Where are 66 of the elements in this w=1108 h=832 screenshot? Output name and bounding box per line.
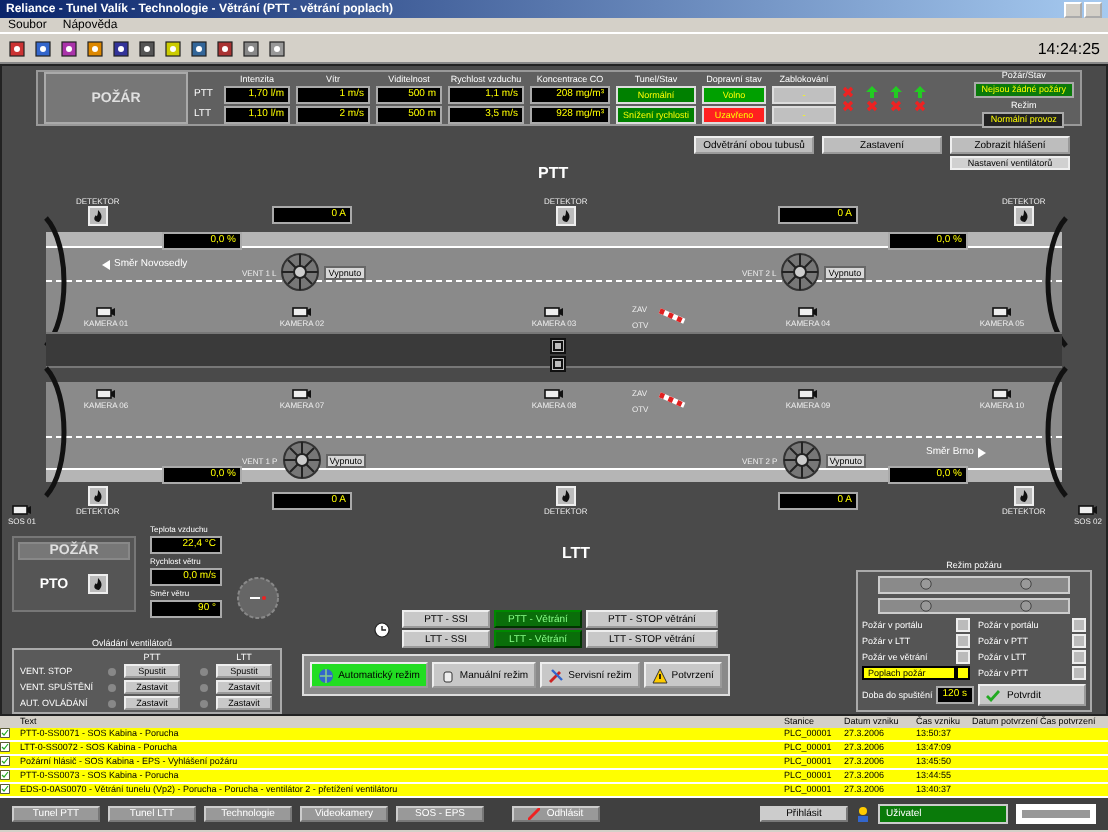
barrier-icon [658,392,686,408]
camera-icon [992,388,1012,400]
toolbar-icon[interactable] [216,39,234,57]
globe-icon [318,667,335,683]
camera-icon [798,388,818,400]
fan-icon [280,252,321,292]
checkbox[interactable] [956,666,970,680]
flame-icon [555,486,576,506]
tunnel-portal-arc [1042,366,1070,498]
status-led [108,699,116,707]
toolbar-icon[interactable] [190,39,208,57]
alarm-icon [0,770,10,781]
flame-icon [87,206,108,226]
arrow-left-icon [102,259,110,269]
status-led [200,667,208,675]
status-led [108,683,116,691]
tools-icon [548,667,565,683]
camera-icon [544,306,564,318]
tunnel-portal-arc [42,366,70,498]
check-icon [985,689,1000,701]
status-led [200,699,208,707]
logout-icon [528,808,541,820]
toolbar-icon[interactable] [164,39,182,57]
toolbar-icon[interactable] [268,39,286,57]
user-icon [856,806,870,822]
fan-icon [781,440,822,480]
toolbar-icon[interactable] [138,39,156,57]
alarm-icon [0,756,10,767]
zone-icon [88,574,109,594]
warning-icon [651,667,668,683]
status-led [108,667,116,675]
clock: 14:24:25 [1037,39,1100,57]
compass-drawing [236,576,280,620]
camera-icon [544,388,564,400]
tube-title: LTT [561,544,591,562]
toolbar-icon[interactable] [60,39,78,57]
camera-icon [292,388,312,400]
alarm-icon [0,784,10,795]
camera-icon [798,306,818,318]
camera-icon [12,504,32,516]
toolbar-icon[interactable] [34,39,52,57]
tunnel-portal-arc [1042,216,1070,348]
logo-icon [1016,804,1096,824]
camera-icon [96,388,116,400]
toolbar-icon[interactable] [112,39,130,57]
camera-icon [96,306,116,318]
alarm-icon [0,728,10,739]
camera-icon [1078,504,1098,516]
tube-title: PTT [538,164,569,182]
flame-icon [555,206,576,226]
tunnel-portal-arc [42,216,70,348]
flame-icon [87,486,108,506]
flame-icon [1013,486,1034,506]
status-led [200,683,208,691]
toolbar-icon[interactable] [8,39,26,57]
arrow-right-icon [977,447,986,457]
flame-icon [1013,206,1034,226]
alarm-icon [0,742,10,753]
camera-icon [292,306,312,318]
toolbar-icon[interactable] [86,39,104,57]
toolbar-icon[interactable] [242,39,260,57]
barrier-icon [658,308,686,324]
clock-icon [374,621,390,637]
camera-icon [992,306,1012,318]
fan-icon [281,440,322,480]
fan-icon [780,252,821,292]
